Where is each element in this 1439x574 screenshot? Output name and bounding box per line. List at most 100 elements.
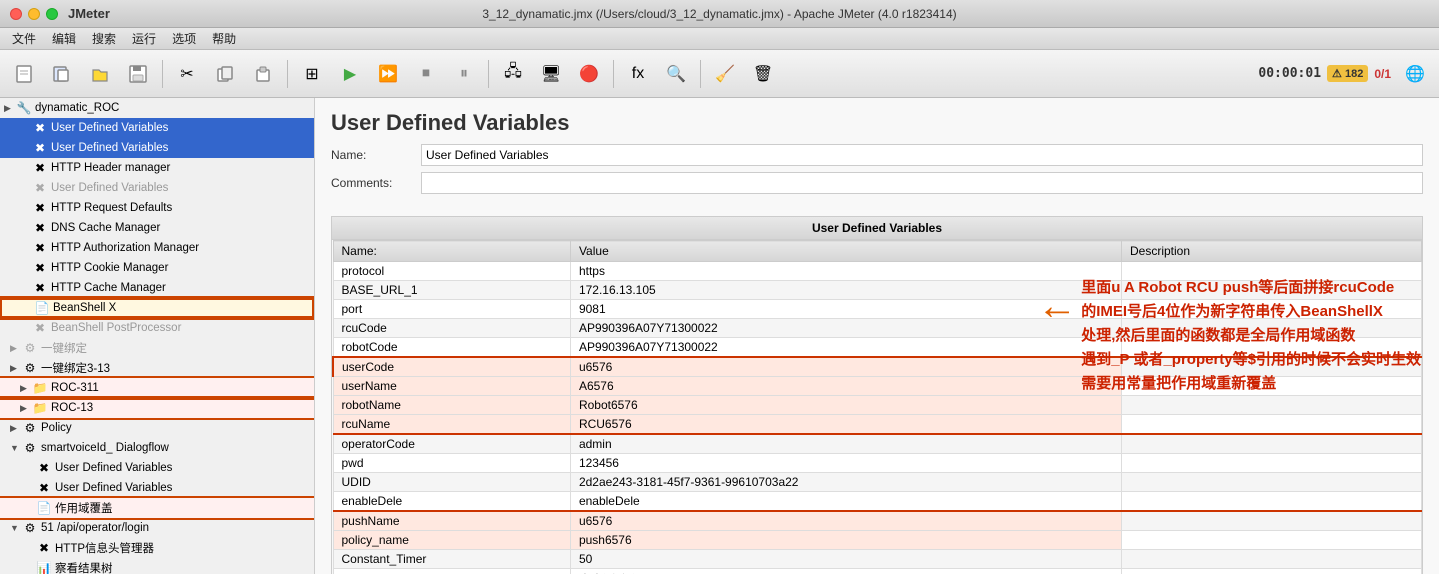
sidebar-item-api-login[interactable]: ▼ ⚙ 51 /api/operator/login	[0, 518, 314, 538]
search-button[interactable]: 🔍	[658, 56, 694, 92]
table-header-row: Name: Value Description	[333, 241, 1422, 262]
app-name: JMeter	[68, 6, 110, 21]
sidebar-item-http-header[interactable]: ✖ HTTP Header manager	[0, 158, 314, 178]
cell-value: push6576	[570, 531, 1121, 550]
window-title: 3_12_dynamatic.jmx (/Users/cloud/3_12_dy…	[482, 7, 956, 21]
sidebar-item-udv4[interactable]: ✖ User Defined Variables	[0, 458, 314, 478]
toolbar: ✂ ⊞ ▶ ⏩ ⏹ ⏸ 🖧 🖥 🔴 fx 🔍 🧹 🗑 00:00:01 ⚠ 18…	[0, 50, 1439, 98]
table-row: pwd123456	[333, 454, 1422, 473]
table-row: userCodeu6576	[333, 357, 1422, 377]
sidebar-item-roc13[interactable]: ▶ 📁 ROC-13	[0, 398, 314, 418]
arrow-icon: ▼	[10, 523, 22, 533]
table-title: User Defined Variables	[332, 217, 1422, 240]
arrow-icon: ▶	[20, 403, 32, 414]
sidebar-label: User Defined Variables	[51, 182, 168, 194]
sidebar-item-beanshell-post[interactable]: ✖ BeanShell PostProcessor	[0, 318, 314, 338]
cell-name: rcuName	[333, 415, 570, 435]
comments-input[interactable]	[421, 172, 1423, 194]
clear-all-button[interactable]: 🗑	[745, 56, 781, 92]
menu-search[interactable]: 搜索	[84, 28, 124, 49]
sidebar-item-yijian[interactable]: ▶ ⚙ 一键绑定	[0, 338, 314, 358]
main-layout: ▶ 🔧 dynamatic_ROC ✖ User Defined Variabl…	[0, 98, 1439, 574]
play-nopause-button[interactable]: ⏩	[370, 56, 406, 92]
remote-stop-button[interactable]: 🖥	[533, 56, 569, 92]
sidebar-item-udv5[interactable]: ✖ User Defined Variables	[0, 478, 314, 498]
templates-button[interactable]	[44, 56, 80, 92]
folder-icon: 🔧	[16, 100, 32, 116]
cell-name: port	[333, 300, 570, 319]
open-button[interactable]	[82, 56, 118, 92]
x-icon: ✖	[36, 460, 52, 476]
sidebar-item-udv2[interactable]: ✖ User Defined Variables	[0, 138, 314, 158]
minimize-button[interactable]	[28, 8, 40, 20]
cell-name: robotName	[333, 396, 570, 415]
sidebar-item-http-request-defaults[interactable]: ✖ HTTP Request Defaults	[0, 198, 314, 218]
sidebar-item-http-info-header[interactable]: ✖ HTTP信息头管理器	[0, 538, 314, 558]
clear-button[interactable]: 🧹	[707, 56, 743, 92]
titlebar: JMeter 3_12_dynamatic.jmx (/Users/cloud/…	[0, 0, 1439, 28]
chart-icon: 📊	[36, 560, 52, 574]
menu-run[interactable]: 运行	[124, 28, 164, 49]
sidebar-item-roc311[interactable]: ▶ 📁 ROC-311	[0, 378, 314, 398]
sidebar-item-udv3[interactable]: ✖ User Defined Variables	[0, 178, 314, 198]
toolbar-right: 00:00:01 ⚠ 182 0/1 🌐	[1258, 56, 1433, 92]
name-label: Name:	[331, 148, 421, 162]
shutdown-button[interactable]: ⏸	[446, 56, 482, 92]
remote-exit-button[interactable]: 🔴	[571, 56, 607, 92]
sidebar-label: dynamatic_ROC	[35, 102, 119, 114]
sidebar-label: HTTP Header manager	[51, 162, 170, 174]
sidebar-label: User Defined Variables	[51, 122, 168, 134]
copy-button[interactable]	[207, 56, 243, 92]
cell-name: Constant_Timer	[333, 550, 570, 569]
sidebar-item-smartvoice[interactable]: ▼ ⚙ smartvoiceId_ Dialogflow	[0, 438, 314, 458]
sidebar-label: 51 /api/operator/login	[41, 522, 149, 534]
paste-button[interactable]	[245, 56, 281, 92]
menu-help[interactable]: 帮助	[204, 28, 244, 49]
sidebar-item-zuoyongyu[interactable]: 📄 作用域覆盖	[0, 498, 314, 518]
expand-button[interactable]: ⊞	[294, 56, 330, 92]
sidebar-item-dns-cache[interactable]: ✖ DNS Cache Manager	[0, 218, 314, 238]
table-row: robotNameRobot6576	[333, 396, 1422, 415]
maximize-button[interactable]	[46, 8, 58, 20]
menu-edit[interactable]: 编辑	[44, 28, 84, 49]
x-icon: ✖	[32, 260, 48, 276]
sidebar-label: User Defined Variables	[55, 462, 172, 474]
sidebar-item-dynamatic-roc[interactable]: ▶ 🔧 dynamatic_ROC	[0, 98, 314, 118]
function-helper-button[interactable]: fx	[620, 56, 656, 92]
window-controls[interactable]	[10, 8, 58, 20]
cell-value: 172.16.13.105	[570, 281, 1121, 300]
x-icon: ✖	[32, 320, 48, 336]
doc-icon: 📄	[36, 500, 52, 516]
sidebar-item-cankanjieguo[interactable]: 📊 察看结果树	[0, 558, 314, 574]
menu-file[interactable]: 文件	[4, 28, 44, 49]
folder-icon: 📁	[32, 380, 48, 396]
cut-button[interactable]: ✂	[169, 56, 205, 92]
folder-icon: 📁	[32, 400, 48, 416]
close-button[interactable]	[10, 8, 22, 20]
sidebar-item-http-cookie[interactable]: ✖ HTTP Cookie Manager	[0, 258, 314, 278]
sidebar-item-udv1[interactable]: ✖ User Defined Variables	[0, 118, 314, 138]
name-input[interactable]	[421, 144, 1423, 166]
gear-icon: ⚙	[22, 340, 38, 356]
new-button[interactable]	[6, 56, 42, 92]
menu-bar: 文件 编辑 搜索 运行 选项 帮助	[0, 28, 1439, 50]
network-button[interactable]: 🌐	[1397, 56, 1433, 92]
sidebar-item-beanshell-x[interactable]: 📄 BeanShell X	[0, 298, 314, 318]
sidebar-item-http-auth[interactable]: ✖ HTTP Authorization Manager	[0, 238, 314, 258]
sidebar-item-http-cache[interactable]: ✖ HTTP Cache Manager	[0, 278, 314, 298]
save-button[interactable]	[120, 56, 156, 92]
stop-button[interactable]: ⏹	[408, 56, 444, 92]
x-icon: ✖	[32, 180, 48, 196]
name-row: Name:	[331, 144, 1423, 166]
cell-value: 50	[570, 550, 1121, 569]
table-row: itu_smart_voice半半测试-初剧	[333, 569, 1422, 574]
cell-value: Robot6576	[570, 396, 1121, 415]
menu-options[interactable]: 选项	[164, 28, 204, 49]
play-button[interactable]: ▶	[332, 56, 368, 92]
cell-description	[1122, 300, 1422, 319]
cell-name: operatorCode	[333, 434, 570, 454]
sidebar-item-yijian-3-13[interactable]: ▶ ⚙ 一键绑定3-13	[0, 358, 314, 378]
remote-start-button[interactable]: 🖧	[495, 56, 531, 92]
sidebar-item-policy[interactable]: ▶ ⚙ Policy	[0, 418, 314, 438]
doc-icon: 📄	[34, 300, 50, 316]
